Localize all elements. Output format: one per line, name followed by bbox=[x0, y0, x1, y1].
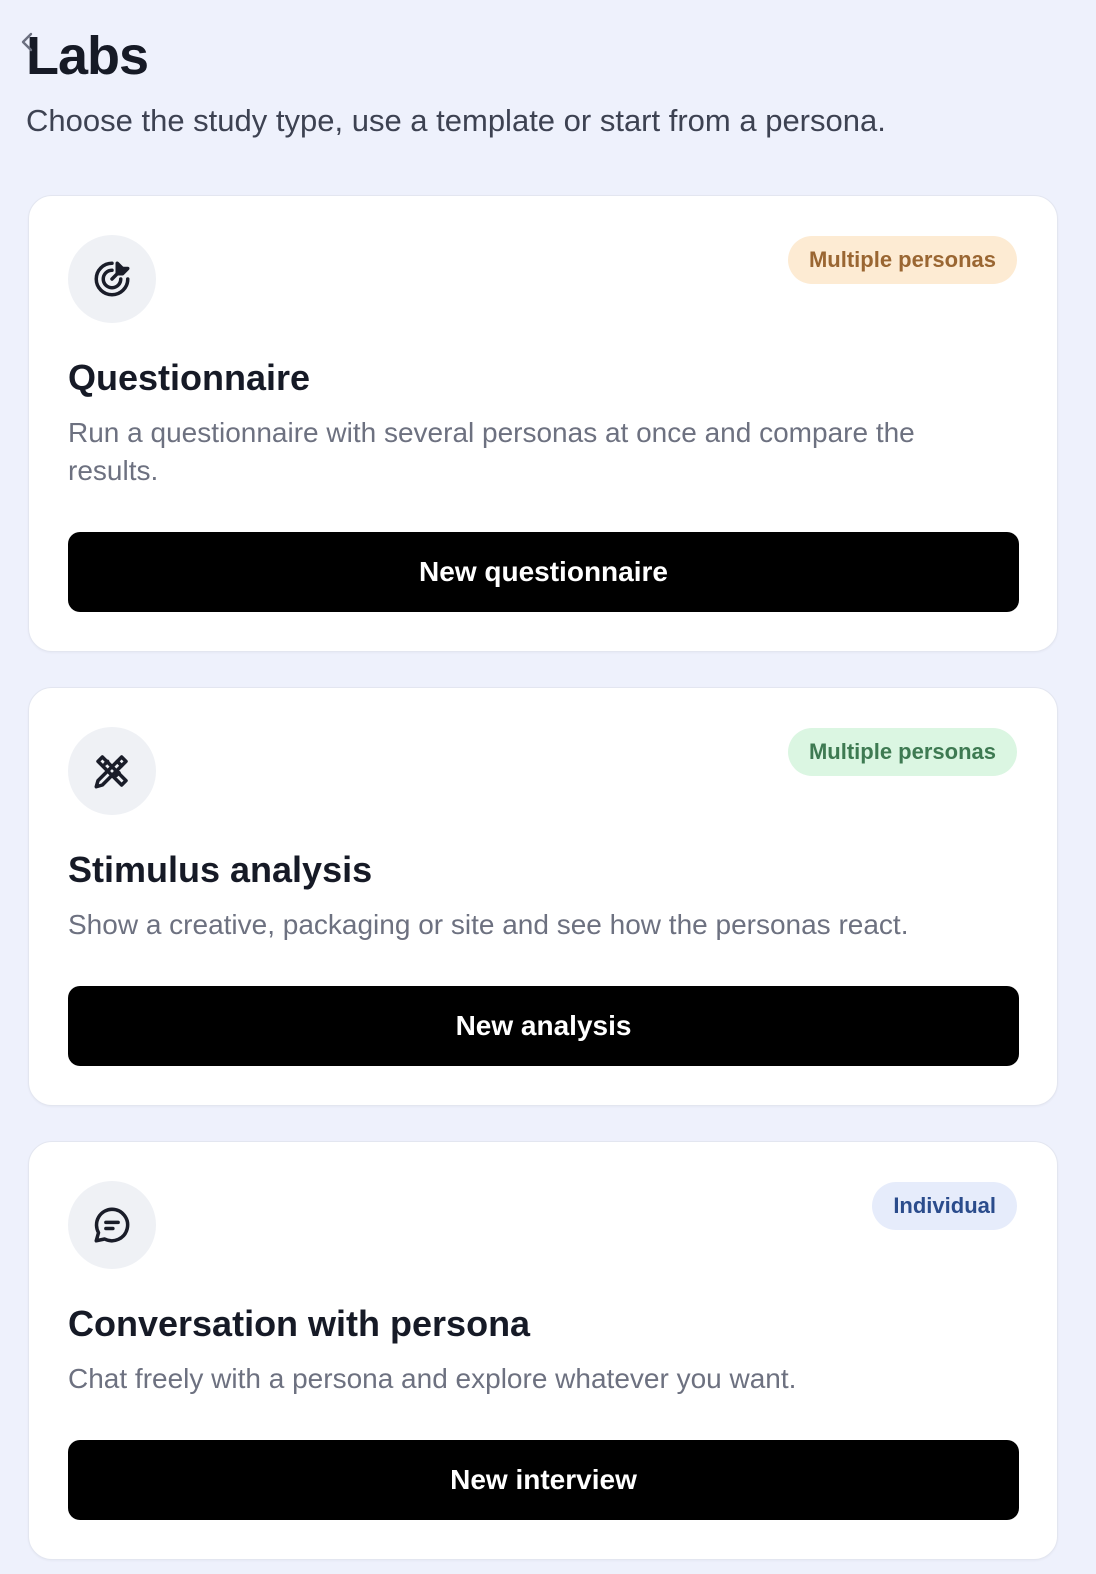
target-icon bbox=[68, 235, 156, 323]
card-description: Show a creative, packaging or site and s… bbox=[68, 909, 909, 940]
conversation-card: Individual Conversation with persona Cha… bbox=[28, 1141, 1058, 1560]
status-badge: Individual bbox=[872, 1182, 1017, 1230]
card-title: Questionnaire bbox=[68, 357, 311, 398]
new-interview-button[interactable]: New interview bbox=[68, 1440, 1019, 1520]
page-title: Labs bbox=[26, 26, 149, 86]
badge-label: Multiple personas bbox=[808, 247, 996, 272]
chevron-left-icon[interactable] bbox=[18, 30, 36, 54]
new-analysis-button[interactable]: New analysis bbox=[68, 986, 1019, 1066]
card-title: Stimulus analysis bbox=[68, 849, 373, 890]
new-questionnaire-button[interactable]: New questionnaire bbox=[68, 532, 1019, 612]
badge-label: Multiple personas bbox=[808, 739, 996, 764]
pencil-ruler-icon bbox=[68, 727, 156, 815]
stimulus-analysis-card: Multiple personas Stimulus analysis Show… bbox=[28, 687, 1058, 1106]
card-description: Chat freely with a persona and explore w… bbox=[68, 1363, 797, 1394]
page-subtitle: Choose the study type, use a template or… bbox=[26, 103, 886, 138]
page-header: Labs Choose the study type, use a templa… bbox=[26, 26, 1070, 140]
card-description: Run a questionnaire with several persona… bbox=[68, 417, 915, 486]
questionnaire-card: Multiple personas Questionnaire Run a qu… bbox=[28, 195, 1058, 652]
status-badge: Multiple personas bbox=[787, 728, 1017, 776]
badge-label: Individual bbox=[893, 1193, 996, 1218]
status-badge: Multiple personas bbox=[787, 236, 1017, 284]
card-title: Conversation with persona bbox=[68, 1303, 531, 1344]
chat-bubble-icon bbox=[68, 1181, 156, 1269]
